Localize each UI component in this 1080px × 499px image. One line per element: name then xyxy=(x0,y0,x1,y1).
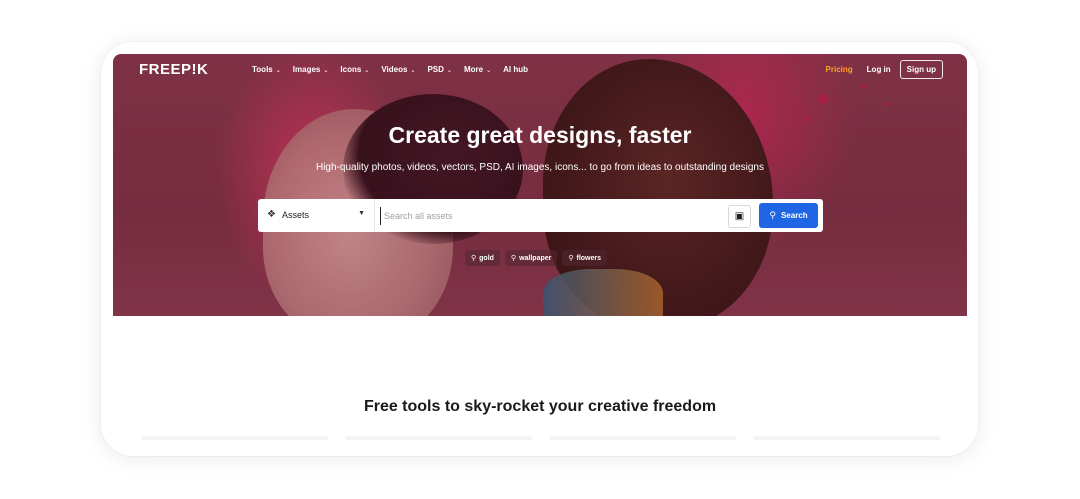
nav-item-label: Videos xyxy=(381,65,408,74)
asset-type-label: Assets xyxy=(282,210,310,220)
top-navigation: FREEP!K Tools ⌄ Images ⌄ Icons ⌄ Videos ⌄ PS… xyxy=(113,54,967,86)
tool-card-placeholder xyxy=(141,436,328,440)
assets-stack-icon: ❖ xyxy=(267,209,276,220)
nav-item-icons[interactable]: Icons ⌄ xyxy=(340,65,369,74)
hero-overlay xyxy=(113,54,967,316)
tool-card-placeholder xyxy=(549,436,736,440)
chevron-down-icon: ⌄ xyxy=(275,68,281,74)
search-button-label: Search xyxy=(780,211,808,220)
browser-viewport: FREEP!K Tools ⌄ Images ⌄ Icons ⌄ Videos ⌄ PS… xyxy=(113,54,967,440)
chevron-down-icon: ⌄ xyxy=(410,68,416,74)
nav-item-label: Tools xyxy=(252,65,273,74)
hero-subheadline: High-quality photos, videos, vectors, PS… xyxy=(315,162,764,173)
nav-item-images[interactable]: Images ⌄ xyxy=(293,65,329,74)
nav-item-label: More xyxy=(463,65,484,74)
visual-search-button[interactable]: ▣ xyxy=(728,205,751,228)
suggestion-label: wallpaper xyxy=(519,254,552,262)
nav-menu: Tools ⌄ Images ⌄ Icons ⌄ Videos ⌄ PSD ⌄ More ⌄ xyxy=(252,65,540,74)
search-button[interactable]: ⚲ Search xyxy=(759,203,818,228)
tools-section-title: Free tools to sky-rocket your creative f… xyxy=(363,398,717,415)
pricing-link[interactable]: Pricing xyxy=(826,65,853,74)
nav-item-more[interactable]: More ⌄ xyxy=(464,65,491,74)
hero-headline: Create great designs, faster xyxy=(388,122,692,148)
caret-down-icon: ▼ xyxy=(358,210,365,217)
chevron-down-icon: ⌄ xyxy=(323,68,329,74)
suggestion-tag-gold[interactable]: ⚲ gold xyxy=(465,250,500,266)
nav-account-actions: Pricing Log in Sign up xyxy=(826,60,943,79)
search-input[interactable] xyxy=(380,207,726,225)
signup-button[interactable]: Sign up xyxy=(899,60,943,79)
nav-item-videos[interactable]: Videos ⌄ xyxy=(381,65,415,74)
visual-search-icon: ▣ xyxy=(734,211,745,222)
suggested-searches: ⚲ gold ⚲ wallpaper ⚲ flowers xyxy=(465,250,612,266)
search-icon: ⚲ xyxy=(769,210,776,220)
asset-type-dropdown[interactable]: ❖ Assets ▼ xyxy=(258,199,375,232)
suggestion-tag-flowers[interactable]: ⚲ flowers xyxy=(562,250,608,266)
search-icon: ⚲ xyxy=(510,255,517,262)
search-icon: ⚲ xyxy=(471,255,477,262)
nav-item-label: Icons xyxy=(340,65,362,74)
chevron-down-icon: ⌄ xyxy=(364,68,370,74)
chevron-down-icon: ⌄ xyxy=(486,68,492,74)
suggestion-label: gold xyxy=(479,254,494,262)
nav-item-label: PSD xyxy=(427,65,444,74)
nav-item-tools[interactable]: Tools ⌄ xyxy=(252,65,281,74)
tool-card-placeholder xyxy=(345,436,532,440)
nav-item-psd[interactable]: PSD ⌄ xyxy=(427,65,451,74)
chevron-down-icon: ⌄ xyxy=(446,68,452,74)
nav-item-label: Images xyxy=(292,65,321,74)
login-link[interactable]: Log in xyxy=(867,65,891,74)
search-icon: ⚲ xyxy=(568,255,574,262)
freepik-logo[interactable]: FREEP!K xyxy=(139,61,208,78)
search-bar: ❖ Assets ▼ ▣ ⚲ Search xyxy=(258,199,823,232)
hero-banner: FREEP!K Tools ⌄ Images ⌄ Icons ⌄ Videos ⌄ PS… xyxy=(113,54,967,316)
suggestion-tag-wallpaper[interactable]: ⚲ wallpaper xyxy=(504,250,558,266)
suggestion-label: flowers xyxy=(576,254,602,262)
nav-item-ai-hub[interactable]: AI hub xyxy=(503,65,528,74)
nav-item-label: AI hub xyxy=(503,65,528,74)
tool-card-placeholder xyxy=(753,436,940,440)
